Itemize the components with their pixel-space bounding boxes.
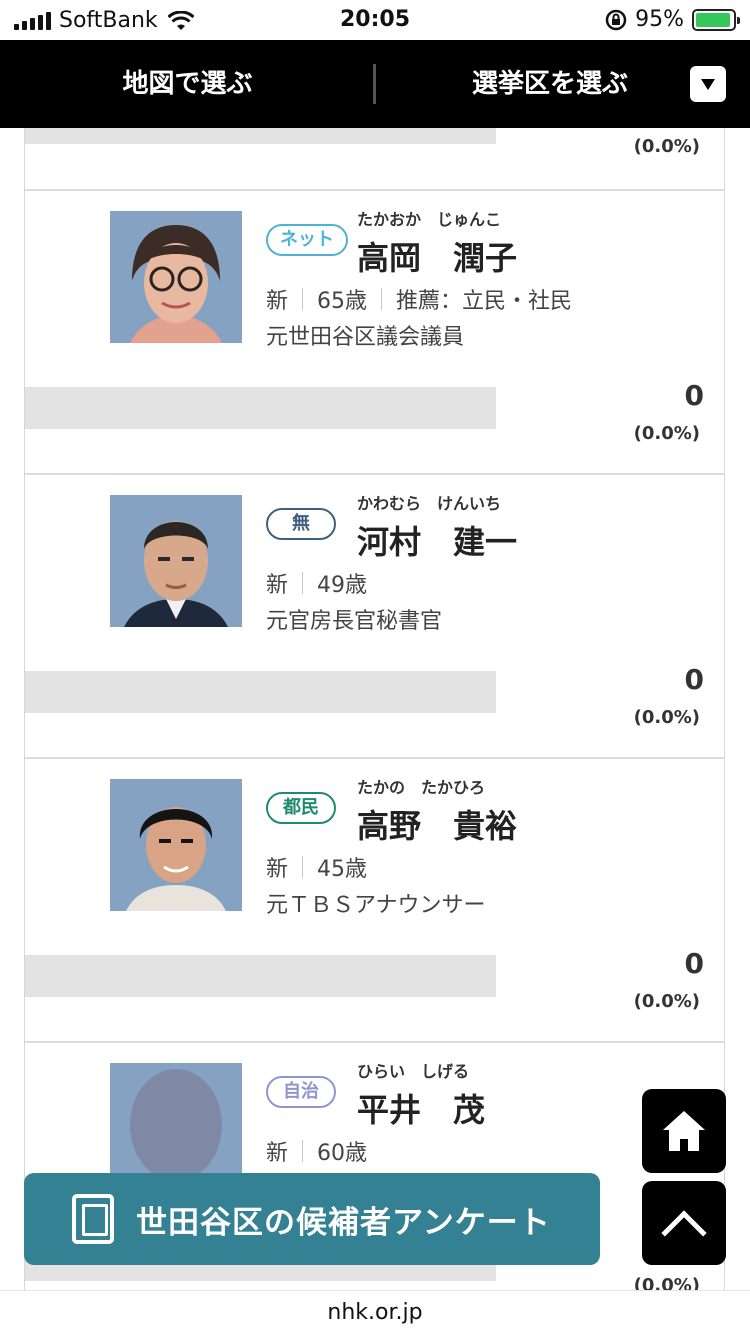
vote-percent: (0.0%) bbox=[633, 707, 700, 728]
candidate-name: 高野 貴裕 bbox=[357, 807, 518, 845]
candidate-age: 49歳 bbox=[317, 573, 368, 598]
candidate-career: 元官房長官秘書官 bbox=[266, 609, 443, 634]
candidate-career: 元世田谷区議会議員 bbox=[266, 325, 465, 350]
party-badge: 都民 bbox=[266, 792, 336, 824]
party-badge: ネット bbox=[266, 224, 348, 256]
nav-bar: 地図で選ぶ 選挙区を選ぶ bbox=[0, 40, 750, 128]
vote-bar bbox=[25, 387, 496, 429]
battery-percent: 95% bbox=[635, 7, 684, 32]
candidate-age: 45歳 bbox=[317, 857, 368, 882]
candidate-survey-button[interactable]: 世田谷区の候補者アンケート bbox=[24, 1173, 600, 1265]
candidate-photo bbox=[110, 779, 242, 911]
battery-icon bbox=[692, 8, 740, 31]
candidate-name: 高岡 潤子 bbox=[357, 239, 518, 277]
candidate-card-partial: (0.0%) bbox=[24, 128, 725, 190]
candidate-name: 河村 建一 bbox=[357, 523, 518, 561]
candidate-age: 60歳 bbox=[317, 1141, 368, 1166]
candidate-card[interactable]: 無 かわむら けんいち 河村 建一 新 49歳 元官房長官秘書官 0 (0.0%… bbox=[25, 473, 724, 757]
candidate-photo bbox=[110, 495, 242, 627]
candidate-list: ネット たかおか じゅんこ 高岡 潤子 新 65歳 推薦：立民・社民 元世田谷区… bbox=[24, 189, 725, 1325]
candidate-status: 新 bbox=[266, 573, 289, 598]
vote-bar bbox=[25, 671, 496, 713]
tab-select-by-district[interactable]: 選挙区を選ぶ bbox=[375, 40, 725, 128]
survey-icon bbox=[72, 1194, 114, 1244]
candidate-card[interactable]: 都民 たかの たかひろ 高野 貴裕 新 45歳 元ＴＢＳアナウンサー 0 (0.… bbox=[25, 757, 724, 1041]
status-right: 95% bbox=[605, 7, 740, 32]
candidate-meta: 新 60歳 bbox=[266, 1135, 367, 1167]
vote-percent: (0.0%) bbox=[633, 991, 700, 1012]
tab-select-by-map[interactable]: 地図で選ぶ bbox=[0, 40, 375, 128]
candidate-furigana: かわむら けんいち bbox=[357, 494, 502, 513]
candidate-photo bbox=[110, 211, 242, 343]
candidate-age: 65歳 bbox=[317, 289, 368, 314]
url-bar[interactable]: nhk.or.jp bbox=[0, 1290, 750, 1334]
candidate-furigana: たかの たかひろ bbox=[357, 778, 486, 797]
candidate-meta: 新 45歳 bbox=[266, 851, 367, 883]
candidate-status: 新 bbox=[266, 857, 289, 882]
chevron-up-icon bbox=[661, 1210, 707, 1256]
candidate-endorsement: 推薦：立民・社民 bbox=[396, 289, 573, 314]
candidate-meta: 新 49歳 bbox=[266, 567, 367, 599]
candidate-career: 元ＴＢＳアナウンサー bbox=[266, 893, 486, 918]
candidate-meta: 新 65歳 推薦：立民・社民 bbox=[266, 283, 572, 315]
home-button[interactable] bbox=[642, 1089, 726, 1173]
vote-percent: (0.0%) bbox=[633, 423, 700, 444]
party-badge: 自治 bbox=[266, 1076, 336, 1108]
party-badge: 無 bbox=[266, 508, 336, 540]
candidate-status: 新 bbox=[266, 289, 289, 314]
vote-percent: (0.0%) bbox=[633, 136, 700, 157]
vote-count: 0 bbox=[684, 947, 704, 980]
candidate-furigana: たかおか じゅんこ bbox=[357, 210, 502, 229]
dropdown-arrow-icon[interactable] bbox=[690, 66, 726, 102]
candidate-status: 新 bbox=[266, 1141, 289, 1166]
candidate-name: 平井 茂 bbox=[357, 1091, 486, 1129]
home-icon bbox=[663, 1111, 705, 1151]
vote-bar bbox=[25, 955, 496, 997]
status-bar: SoftBank 20:05 95% bbox=[0, 0, 750, 40]
vote-count: 0 bbox=[684, 663, 704, 696]
candidate-furigana: ひらい しげる bbox=[357, 1062, 470, 1081]
survey-button-label: 世田谷区の候補者アンケート bbox=[136, 1204, 551, 1241]
rotation-lock-icon bbox=[605, 9, 627, 30]
candidate-card[interactable]: ネット たかおか じゅんこ 高岡 潤子 新 65歳 推薦：立民・社民 元世田谷区… bbox=[25, 189, 724, 473]
scroll-to-top-button[interactable] bbox=[642, 1181, 726, 1265]
vote-count: 0 bbox=[684, 379, 704, 412]
vote-bar bbox=[25, 128, 496, 144]
